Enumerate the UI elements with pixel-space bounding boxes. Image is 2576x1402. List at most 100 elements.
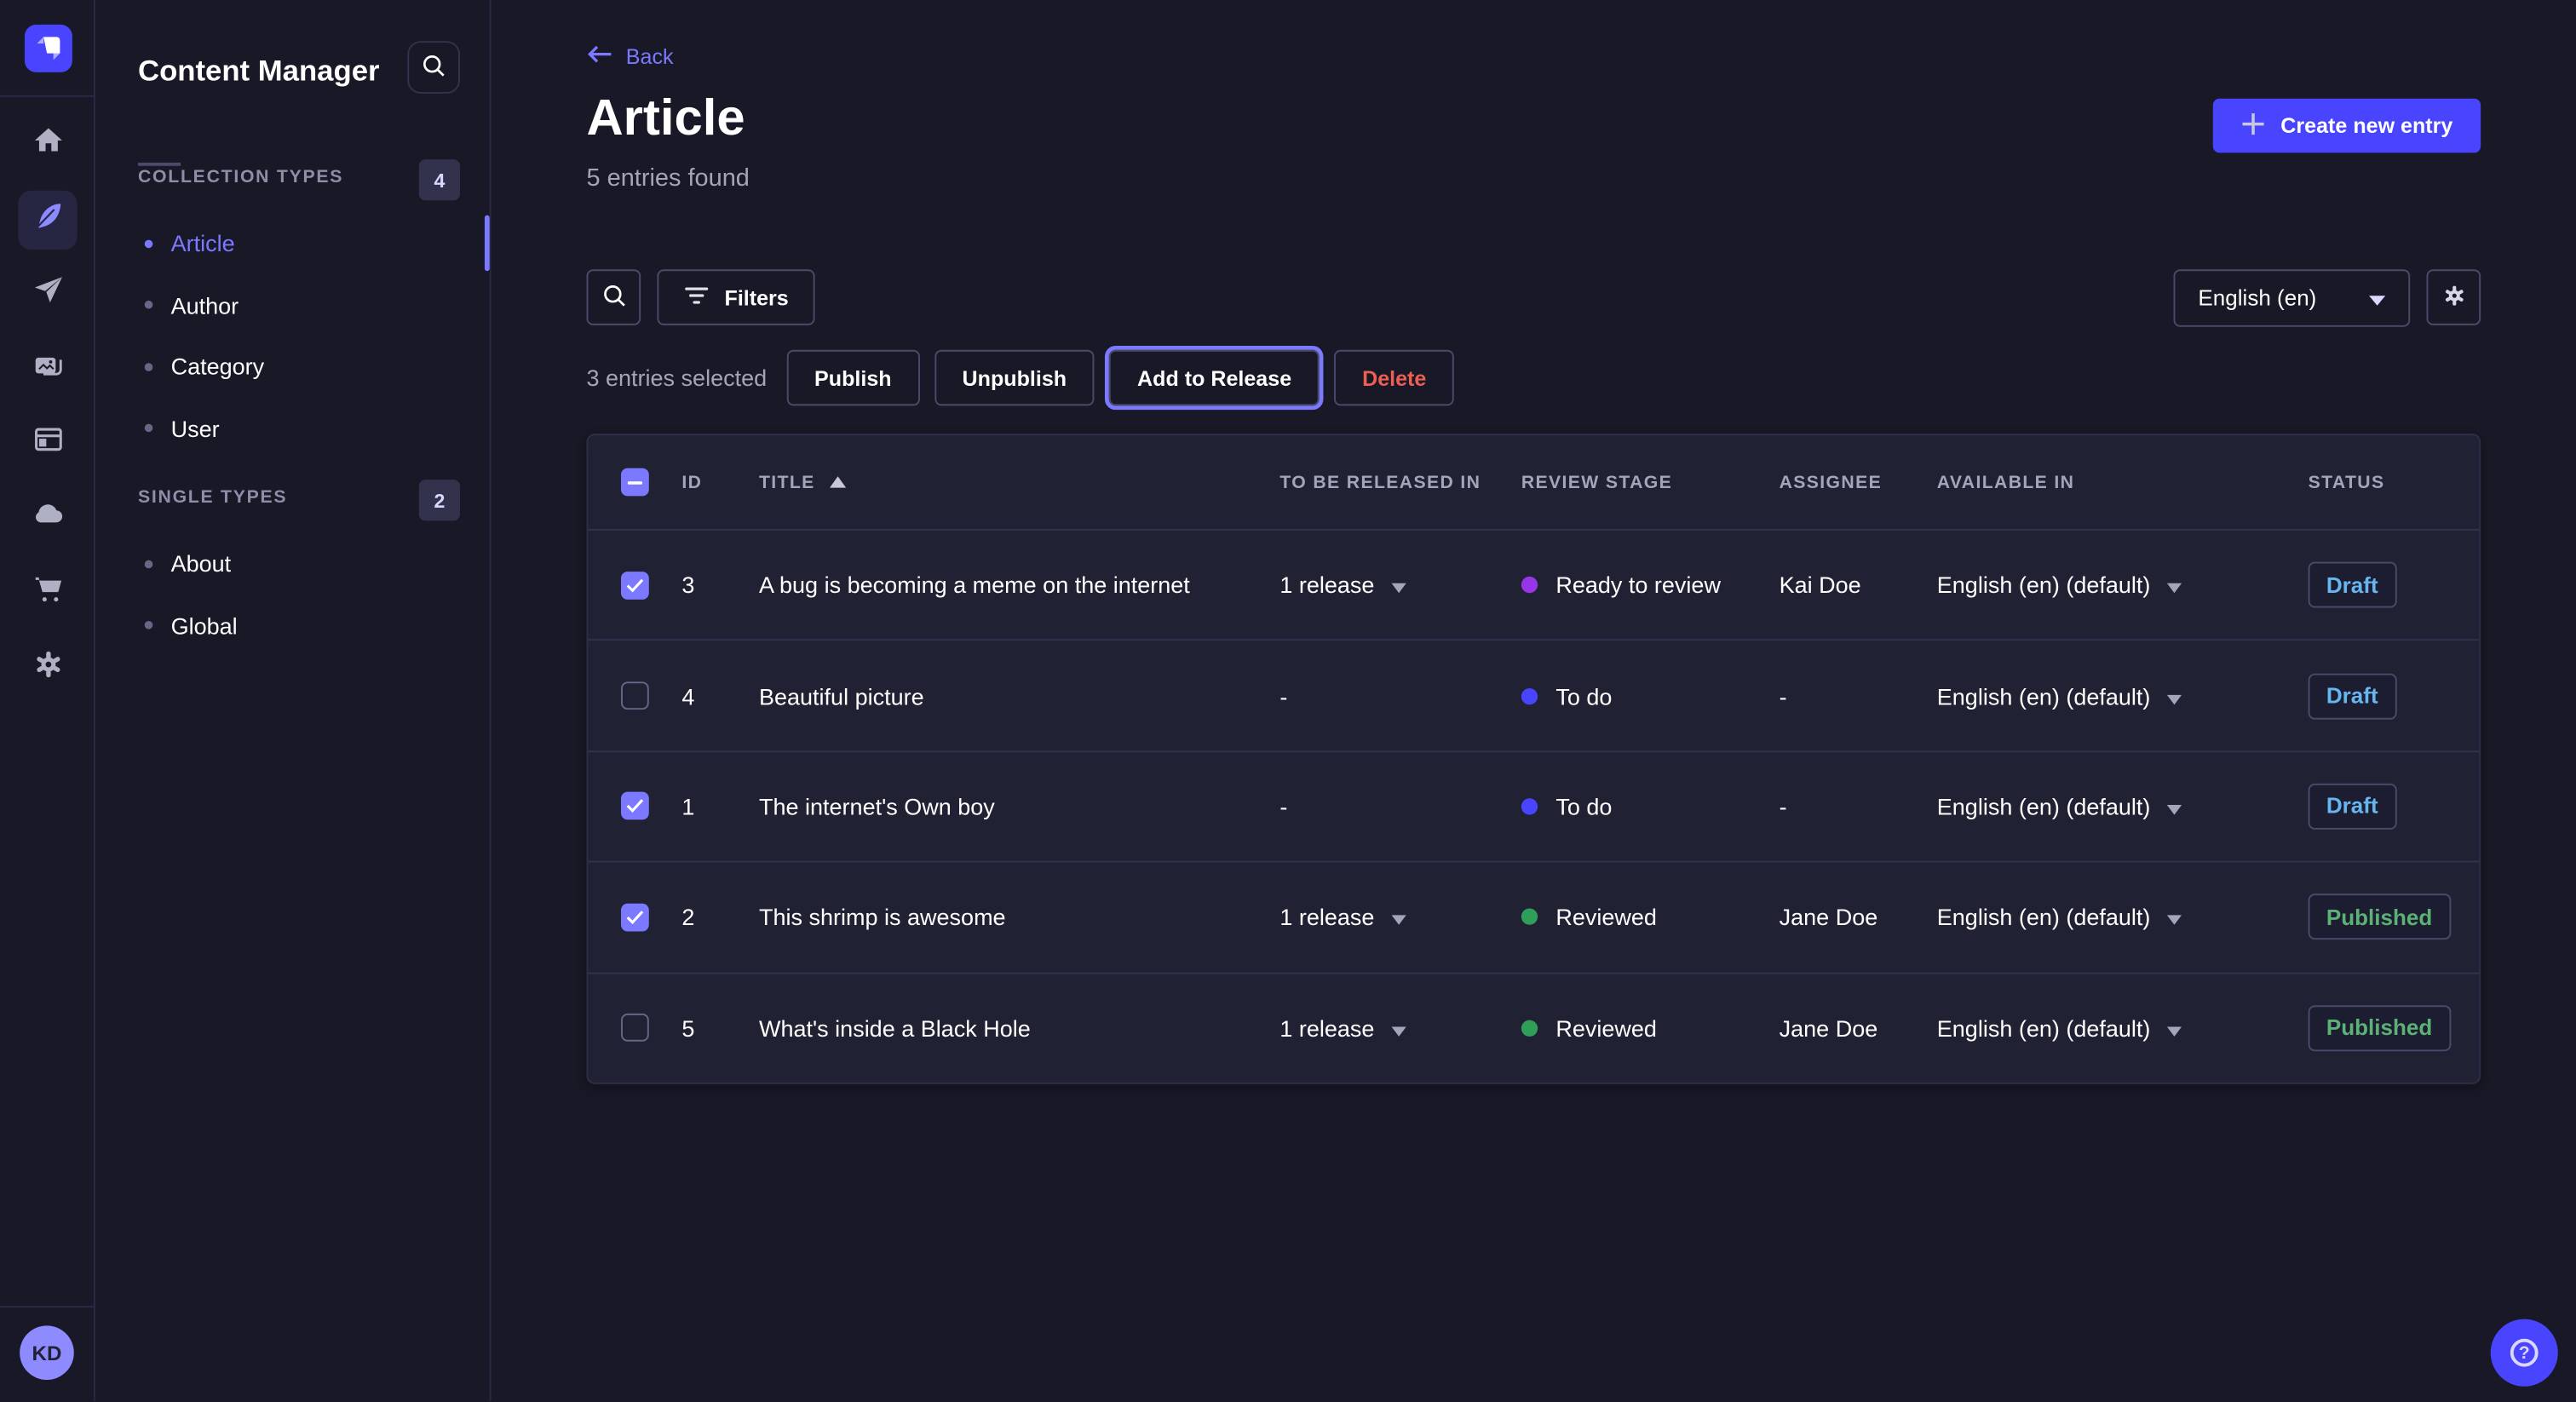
page-title: Article [586,85,745,151]
chevron-down-icon [1391,904,1406,930]
row-checkbox[interactable] [621,903,649,931]
collection-types-count-badge: 4 [419,159,460,200]
cell-release[interactable]: 1 release [1279,572,1521,599]
cell-assignee: Kai Doe [1780,572,1937,599]
sidebar-item-settings[interactable] [18,638,77,697]
chevron-down-icon [2167,1014,2182,1041]
nav-item-label: About [171,550,232,577]
cell-available-in[interactable]: English (en) (default) [1937,904,2309,930]
sidebar-item-content-manager[interactable] [18,190,77,249]
bullet-icon [145,239,153,248]
column-header-status[interactable]: STATUS [2309,472,2480,491]
cell-available-in[interactable]: English (en) (default) [1937,1014,2309,1041]
sidebar-item-user[interactable]: User [95,400,492,457]
status-badge: Published [2309,1005,2451,1051]
cell-review-stage: Reviewed [1521,904,1780,930]
cell-id: 5 [681,1014,759,1041]
bullet-icon [145,560,153,568]
add-to-release-button[interactable]: Add to Release [1109,350,1320,406]
sidebar-item-article[interactable]: Article [95,215,492,272]
feather-pen-icon [31,198,65,240]
select-all-checkbox[interactable] [621,468,649,497]
bulk-actions-bar: 3 entries selected Publish Unpublish Add… [586,350,1454,406]
sidebar-title: Content Manager [138,55,380,89]
table-row[interactable]: 3 A bug is becoming a meme on the intern… [588,529,2479,640]
images-icon [31,348,65,390]
cell-assignee: Jane Doe [1780,1014,1937,1041]
table-row[interactable]: 1 The internet's Own boy - To do - Engli… [588,750,2479,861]
search-entries-button[interactable] [586,269,641,325]
sidebar-item-home[interactable] [18,115,77,174]
active-indicator [484,215,489,272]
unpublish-button[interactable]: Unpublish [934,350,1095,406]
cell-assignee: - [1780,793,1937,819]
help-button[interactable]: ? [2491,1319,2558,1387]
cell-id: 2 [681,904,759,930]
table-row[interactable]: 2 This shrimp is awesome 1 release Revie… [588,861,2479,972]
toolbar: Filters English (en) [586,269,2481,326]
filters-button[interactable]: Filters [657,269,814,325]
cloud-icon [30,496,66,540]
chevron-down-icon [1391,572,1406,599]
paper-plane-icon [31,273,65,315]
sidebar-item-deploy-cloud[interactable] [18,489,77,548]
column-header-review-stage[interactable]: REVIEW STAGE [1521,472,1780,491]
row-checkbox[interactable] [621,682,649,710]
table-row[interactable]: 4 Beautiful picture - To do - English (e… [588,640,2479,750]
sidebar-item-marketplace[interactable] [18,563,77,622]
table-row[interactable]: 5 What's inside a Black Hole 1 release R… [588,972,2479,1083]
back-link[interactable]: Back [586,44,673,69]
stage-dot [1521,687,1538,704]
cell-title: This shrimp is awesome [759,904,1279,930]
sidebar-item-about[interactable]: About [95,536,492,592]
home-icon [31,124,65,166]
shopping-cart-icon [31,572,65,614]
cell-available-in[interactable]: English (en) (default) [1937,682,2309,709]
entries-table: ID TITLE TO BE RELEASED IN REVIEW STAGE … [586,434,2481,1084]
publish-button[interactable]: Publish [786,350,919,406]
sidebar-item-content-type-builder[interactable] [18,414,77,473]
column-header-assignee[interactable]: ASSIGNEE [1780,472,1937,491]
locale-select[interactable]: English (en) [2173,269,2410,326]
row-checkbox[interactable] [621,792,649,820]
sidebar-item-author[interactable]: Author [95,277,492,333]
cell-review-stage: Reviewed [1521,1014,1780,1041]
delete-button[interactable]: Delete [1334,350,1454,406]
selected-count: 3 entries selected [586,365,767,391]
view-settings-button[interactable] [2426,269,2481,325]
locale-value: English (en) [2198,286,2316,311]
sidebar-item-category[interactable]: Category [95,338,492,394]
status-badge: Draft [2309,673,2396,719]
row-checkbox[interactable] [621,1014,649,1042]
cell-release[interactable]: 1 release [1279,1014,1521,1041]
column-header-available-in[interactable]: AVAILABLE IN [1937,472,2309,491]
strapi-logo-icon[interactable] [25,25,72,72]
sidebar-search-button[interactable] [407,41,460,94]
cell-title: The internet's Own boy [759,793,1279,819]
sidebar-divider [138,163,181,166]
chevron-down-icon [2167,904,2182,930]
sidebar-item-releases[interactable] [18,264,77,323]
sidebar-item-global[interactable]: Global [95,597,492,653]
column-header-id[interactable]: ID [681,472,759,491]
sidebar-item-media-library[interactable] [18,339,77,398]
section-label-single-types: SINGLE TYPES [138,488,287,508]
sort-asc-icon [830,472,846,491]
stage-dot [1521,798,1538,814]
stage-dot [1521,577,1538,593]
create-new-entry-button[interactable]: Create new entry [2213,99,2481,153]
cell-release: - [1279,682,1521,709]
cell-title: A bug is becoming a meme on the internet [759,572,1279,599]
gear-icon [31,646,65,689]
row-checkbox[interactable] [621,572,649,600]
cell-available-in[interactable]: English (en) (default) [1937,572,2309,599]
cell-release[interactable]: 1 release [1279,904,1521,930]
bullet-icon [145,621,153,629]
cell-available-in[interactable]: English (en) (default) [1937,793,2309,819]
nav-item-label: User [171,415,220,441]
avatar[interactable]: KD [20,1325,74,1380]
column-header-release[interactable]: TO BE RELEASED IN [1279,472,1521,491]
column-header-title[interactable]: TITLE [759,472,1279,491]
nav-item-label: Global [171,612,238,638]
cell-release: - [1279,793,1521,819]
